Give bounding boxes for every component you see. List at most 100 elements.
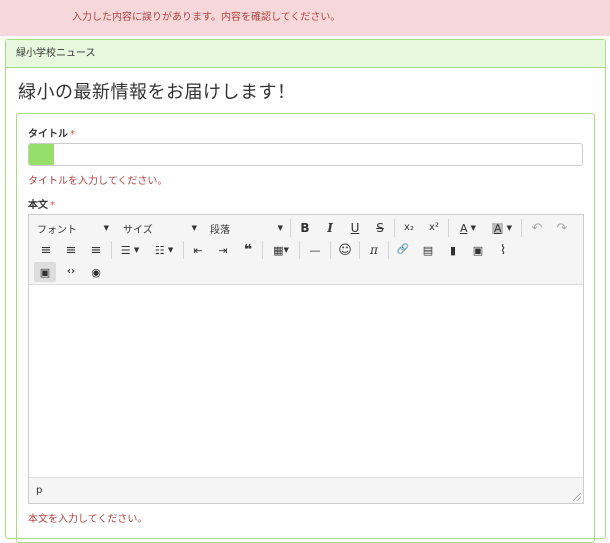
background-color-icon: A [491,221,504,235]
toolbar-divider [330,241,331,259]
format-select-label: 段落 [210,224,230,236]
editor-toolbar: フォント ▼ サイズ ▼ 段落 ▼ B I U S x₂ x² A ▼ A ▼ … [29,215,583,285]
error-alert-message: 入力した内容に誤りがあります。内容を確認してください。 [72,12,341,23]
link-button[interactable]: 🔗 [393,240,413,260]
horizontal-rule-button[interactable]: — [304,240,326,260]
toolbar-divider [359,241,360,259]
math-button[interactable]: π [364,240,384,260]
redo-icon: ↷ [556,220,568,236]
body-label-text: 本文 [28,200,48,211]
italic-icon: I [327,221,333,235]
film-icon: ▤ [422,243,434,257]
preview-button[interactable]: ◉ [86,262,106,282]
bold-icon: B [300,221,310,235]
blockquote-button[interactable]: ❝ [238,240,258,260]
emoticon-icon: ☺ [338,242,352,258]
horizontal-rule-icon: — [309,243,321,257]
font-select-label: フォント [37,224,77,236]
chevron-down-icon: ▼ [470,224,477,232]
rich-text-editor: フォント ▼ サイズ ▼ 段落 ▼ B I U S x₂ x² A ▼ A ▼ … [28,214,584,504]
redo-button[interactable]: ↷ [552,218,572,238]
image-icon: ▣ [472,243,484,257]
undo-icon: ↶ [531,220,543,236]
title-label-text: タイトル [28,129,68,140]
body-label: 本文 * [28,196,55,211]
toolbar-divider [394,219,395,237]
editor-statusbar: p [29,477,583,503]
align-center-icon: ≡ [65,242,77,258]
subscript-button[interactable]: x₂ [399,218,419,238]
align-left-button[interactable]: ≡ [36,240,56,260]
paste-text-button[interactable]: ▣ [34,262,56,282]
font-select[interactable]: フォント ▼ [32,218,112,238]
bullet-list-button[interactable]: ☰ ▼ [115,240,145,260]
bullet-list-icon: ☰ [120,243,131,257]
clipboard-icon: ▣ [39,265,51,279]
required-mark: * [50,200,55,211]
title-input[interactable] [28,143,583,166]
chevron-down-icon: ▼ [283,246,289,254]
underline-button[interactable]: U [345,218,365,238]
toolbar-divider [299,241,300,259]
table-icon: ▦ [273,243,284,257]
paperclip-icon: ⌇ [499,242,507,258]
toolbar-divider [183,241,184,259]
bold-button[interactable]: B [295,218,315,238]
code-icon: ‹› [66,266,76,277]
required-mark: * [70,129,75,140]
text-color-icon: A [459,221,468,235]
source-code-button[interactable]: ‹› [61,262,81,282]
element-path[interactable]: p [36,485,42,496]
superscript-icon: x² [429,222,439,233]
attach-button[interactable]: ⌇ [493,240,513,260]
outdent-button[interactable]: ⇤ [188,240,208,260]
title-label: タイトル * [28,125,75,140]
undo-button[interactable]: ↶ [527,218,547,238]
blockquote-icon: ❝ [243,242,253,258]
toolbar-divider [111,241,112,259]
eye-icon: ◉ [91,265,101,279]
editor-content-area[interactable] [29,285,583,478]
background-color-button[interactable]: A ▼ [487,218,517,238]
link-icon: 🔗 [396,244,410,255]
numbered-list-icon: ☷ [154,243,165,257]
underline-icon: U [350,221,360,235]
trash-icon: ▮ [449,243,457,257]
emoticon-button[interactable]: ☺ [335,240,355,260]
format-select[interactable]: 段落 ▼ [205,218,286,238]
chevron-down-icon: ▼ [103,224,109,232]
indent-icon: ⇥ [218,243,228,257]
media-button[interactable]: ▤ [418,240,438,260]
strikethrough-icon: S [376,221,384,235]
numbered-list-button[interactable]: ☷ ▼ [149,240,179,260]
resize-handle-icon[interactable] [573,493,581,501]
superscript-button[interactable]: x² [424,218,444,238]
italic-button[interactable]: I [320,218,340,238]
indent-button[interactable]: ⇥ [213,240,233,260]
chevron-down-icon: ▼ [191,224,197,232]
strikethrough-button[interactable]: S [370,218,390,238]
news-form: タイトル * タイトルを入力してください。 本文 * フォント ▼ サイズ ▼ 段落 ▼ [16,113,595,543]
toolbar-divider [448,219,449,237]
error-alert: 入力した内容に誤りがあります。内容を確認してください。 [0,0,610,36]
align-right-icon: ≡ [90,242,102,258]
toolbar-divider [262,241,263,259]
body-error: 本文を入力してください。 [28,514,148,525]
panel-heading-text: 緑小学校ニュース [16,48,96,59]
chevron-down-icon: ▼ [277,224,283,232]
delete-button[interactable]: ▮ [443,240,463,260]
size-select[interactable]: サイズ ▼ [118,218,200,238]
chevron-down-icon: ▼ [133,246,140,254]
panel-heading: 緑小学校ニュース [6,40,605,68]
align-center-button[interactable]: ≡ [61,240,81,260]
align-right-button[interactable]: ≡ [86,240,106,260]
table-button[interactable]: ▦ ▼ [267,240,295,260]
subscript-icon: x₂ [404,222,414,233]
align-left-icon: ≡ [40,242,52,258]
size-select-label: サイズ [123,224,153,236]
image-button[interactable]: ▣ [468,240,488,260]
pi-icon: π [370,243,378,257]
toolbar-divider [521,219,522,237]
chevron-down-icon: ▼ [506,224,513,232]
text-color-button[interactable]: A ▼ [453,218,483,238]
